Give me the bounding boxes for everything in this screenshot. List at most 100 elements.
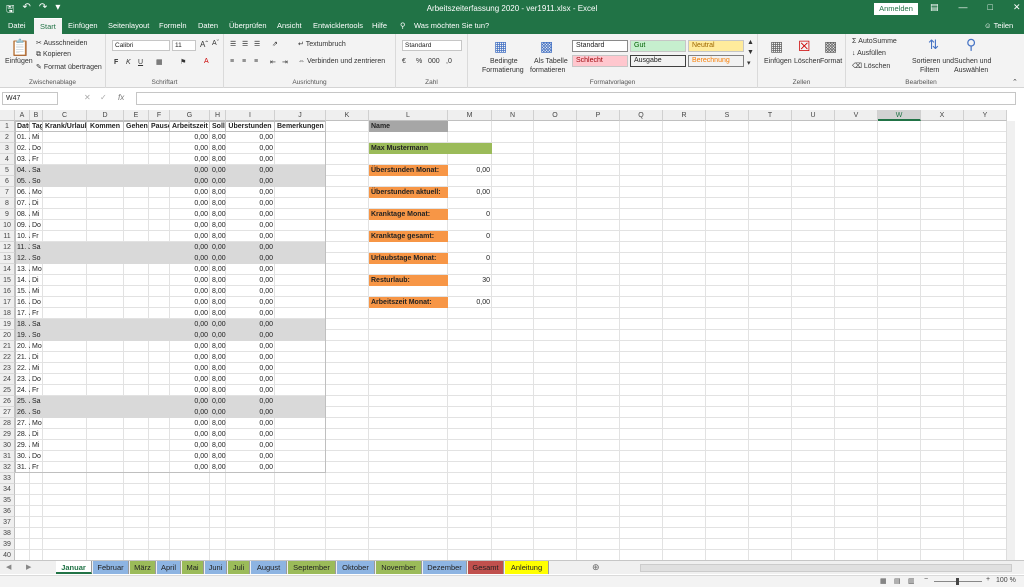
sheet-tab-juni[interactable]: Juni <box>205 561 227 574</box>
row-header[interactable]: 37 <box>0 517 15 528</box>
date-cell[interactable]: 24. Jan <box>15 385 30 396</box>
sheet-tab-april[interactable]: April <box>157 561 181 574</box>
number-format-dropdown[interactable]: Standard <box>402 40 462 51</box>
table-header-cell[interactable]: Überstunden <box>226 121 275 132</box>
as-table-label-2[interactable]: formatieren <box>530 67 565 74</box>
styles-more-icon[interactable]: ▾ <box>747 59 751 67</box>
target-hours-cell[interactable]: 8,00 <box>210 297 226 308</box>
overtime-cell[interactable]: 0,00 <box>226 165 275 176</box>
date-cell[interactable]: 21. Jan <box>15 352 30 363</box>
style-standard[interactable]: Standard <box>572 40 628 52</box>
target-hours-cell[interactable]: 0,00 <box>210 330 226 341</box>
date-cell[interactable]: 08. Jan <box>15 209 30 220</box>
autosum-button[interactable]: Σ AutoSumme <box>852 38 897 45</box>
underline-button[interactable]: U <box>138 59 143 66</box>
table-header-cell[interactable]: Soll <box>210 121 226 132</box>
overtime-cell[interactable]: 0,00 <box>226 231 275 242</box>
worktime-cell[interactable]: 0,00 <box>170 154 210 165</box>
overtime-cell[interactable]: 0,00 <box>226 341 275 352</box>
name-box[interactable]: W47 <box>2 92 58 105</box>
worktime-cell[interactable]: 0,00 <box>170 275 210 286</box>
column-header-b[interactable]: B <box>30 110 43 121</box>
overtime-cell[interactable]: 0,00 <box>226 242 275 253</box>
date-cell[interactable]: 16. Jan <box>15 297 30 308</box>
target-hours-cell[interactable]: 0,00 <box>210 176 226 187</box>
date-cell[interactable]: 19. Jan <box>15 330 30 341</box>
sheet-tab-dezember[interactable]: Dezember <box>423 561 467 574</box>
sheet-tab-mai[interactable]: Mai <box>182 561 204 574</box>
overtime-cell[interactable]: 0,00 <box>226 451 275 462</box>
column-header-v[interactable]: V <box>835 110 878 121</box>
overtime-cell[interactable]: 0,00 <box>226 385 275 396</box>
weekday-cell[interactable]: Di <box>30 429 43 440</box>
target-hours-cell[interactable]: 8,00 <box>210 275 226 286</box>
date-cell[interactable]: 03. Jan <box>15 154 30 165</box>
cond-format-label-2[interactable]: Formatierung <box>482 67 524 74</box>
cond-format-label-1[interactable]: Bedingte <box>490 58 518 65</box>
column-header-u[interactable]: U <box>792 110 835 121</box>
worktime-cell[interactable]: 0,00 <box>170 253 210 264</box>
align-left-icon[interactable]: ≡ <box>230 58 234 65</box>
column-header-l[interactable]: L <box>369 110 448 121</box>
paste-icon[interactable]: 📋 <box>10 38 30 58</box>
column-header-y[interactable]: Y <box>964 110 1007 121</box>
sort-filter-icon[interactable]: ⇅ <box>928 37 939 53</box>
weekday-cell[interactable]: Do <box>30 297 43 308</box>
bold-button[interactable]: F <box>114 59 118 66</box>
column-header-j[interactable]: J <box>275 110 326 121</box>
row-header[interactable]: 35 <box>0 495 15 506</box>
target-hours-cell[interactable]: 8,00 <box>210 352 226 363</box>
border-icon[interactable]: ▦ <box>156 58 163 66</box>
column-header-g[interactable]: G <box>170 110 210 121</box>
minimize-icon[interactable]: — <box>959 2 968 13</box>
font-color-icon[interactable]: A <box>204 58 209 65</box>
zoom-out-icon[interactable]: − <box>924 576 928 583</box>
insert-cells-icon[interactable]: ▦ <box>770 38 783 55</box>
table-header-cell[interactable]: Gehen <box>124 121 149 132</box>
enter-icon[interactable]: ✓ <box>100 93 107 102</box>
date-cell[interactable]: 26. Jan <box>15 407 30 418</box>
summary-value-cell[interactable]: 0 <box>448 253 492 264</box>
delete-cells-button[interactable]: Löschen <box>794 58 820 65</box>
target-hours-cell[interactable]: 0,00 <box>210 319 226 330</box>
column-header-c[interactable]: C <box>43 110 87 121</box>
overtime-cell[interactable]: 0,00 <box>226 363 275 374</box>
date-cell[interactable]: 15. Jan <box>15 286 30 297</box>
zoom-slider-thumb[interactable] <box>956 578 959 585</box>
table-header-cell[interactable]: Kommen <box>87 121 124 132</box>
date-cell[interactable]: 11. Jan <box>15 242 30 253</box>
sheet-tab-oktober[interactable]: Oktober <box>337 561 375 574</box>
summary-value-cell[interactable]: 0,00 <box>448 297 492 308</box>
decimal-icon[interactable]: ,0 <box>446 58 452 65</box>
align-middle-icon[interactable]: ☰ <box>242 40 248 48</box>
worktime-cell[interactable]: 0,00 <box>170 220 210 231</box>
weekday-cell[interactable]: Mo <box>30 418 43 429</box>
target-hours-cell[interactable]: 8,00 <box>210 198 226 209</box>
cancel-icon[interactable]: ✕ <box>84 93 91 102</box>
share-button[interactable]: ☺ Teilen <box>984 21 1013 30</box>
summary-value-cell[interactable]: 0,00 <box>448 187 492 198</box>
align-bottom-icon[interactable]: ☰ <box>254 40 260 48</box>
worktime-cell[interactable]: 0,00 <box>170 319 210 330</box>
worktime-cell[interactable]: 0,00 <box>170 407 210 418</box>
weekday-cell[interactable]: Do <box>30 143 43 154</box>
date-cell[interactable]: 29. Jan <box>15 440 30 451</box>
summary-label-cell[interactable]: Kranktage Monat: <box>369 209 448 220</box>
format-cells-icon[interactable]: ▩ <box>824 38 837 55</box>
target-hours-cell[interactable]: 8,00 <box>210 231 226 242</box>
weekday-cell[interactable]: Sa <box>30 165 43 176</box>
overtime-cell[interactable]: 0,00 <box>226 176 275 187</box>
date-cell[interactable]: 17. Jan <box>15 308 30 319</box>
row-header[interactable]: 29 <box>0 429 15 440</box>
date-cell[interactable]: 09. Jan <box>15 220 30 231</box>
date-cell[interactable]: 12. Jan <box>15 253 30 264</box>
sheet-tab-januar[interactable]: Januar <box>56 561 92 574</box>
sheet-tab-september[interactable]: September <box>288 561 336 574</box>
tab-datei[interactable]: Datei <box>8 21 26 30</box>
overtime-cell[interactable]: 0,00 <box>226 297 275 308</box>
tab-daten[interactable]: Daten <box>198 21 218 30</box>
overtime-cell[interactable]: 0,00 <box>226 220 275 231</box>
percent-icon[interactable]: % <box>416 58 422 65</box>
align-right-icon[interactable]: ≡ <box>254 58 258 65</box>
table-header-cell[interactable]: Pause <box>149 121 170 132</box>
